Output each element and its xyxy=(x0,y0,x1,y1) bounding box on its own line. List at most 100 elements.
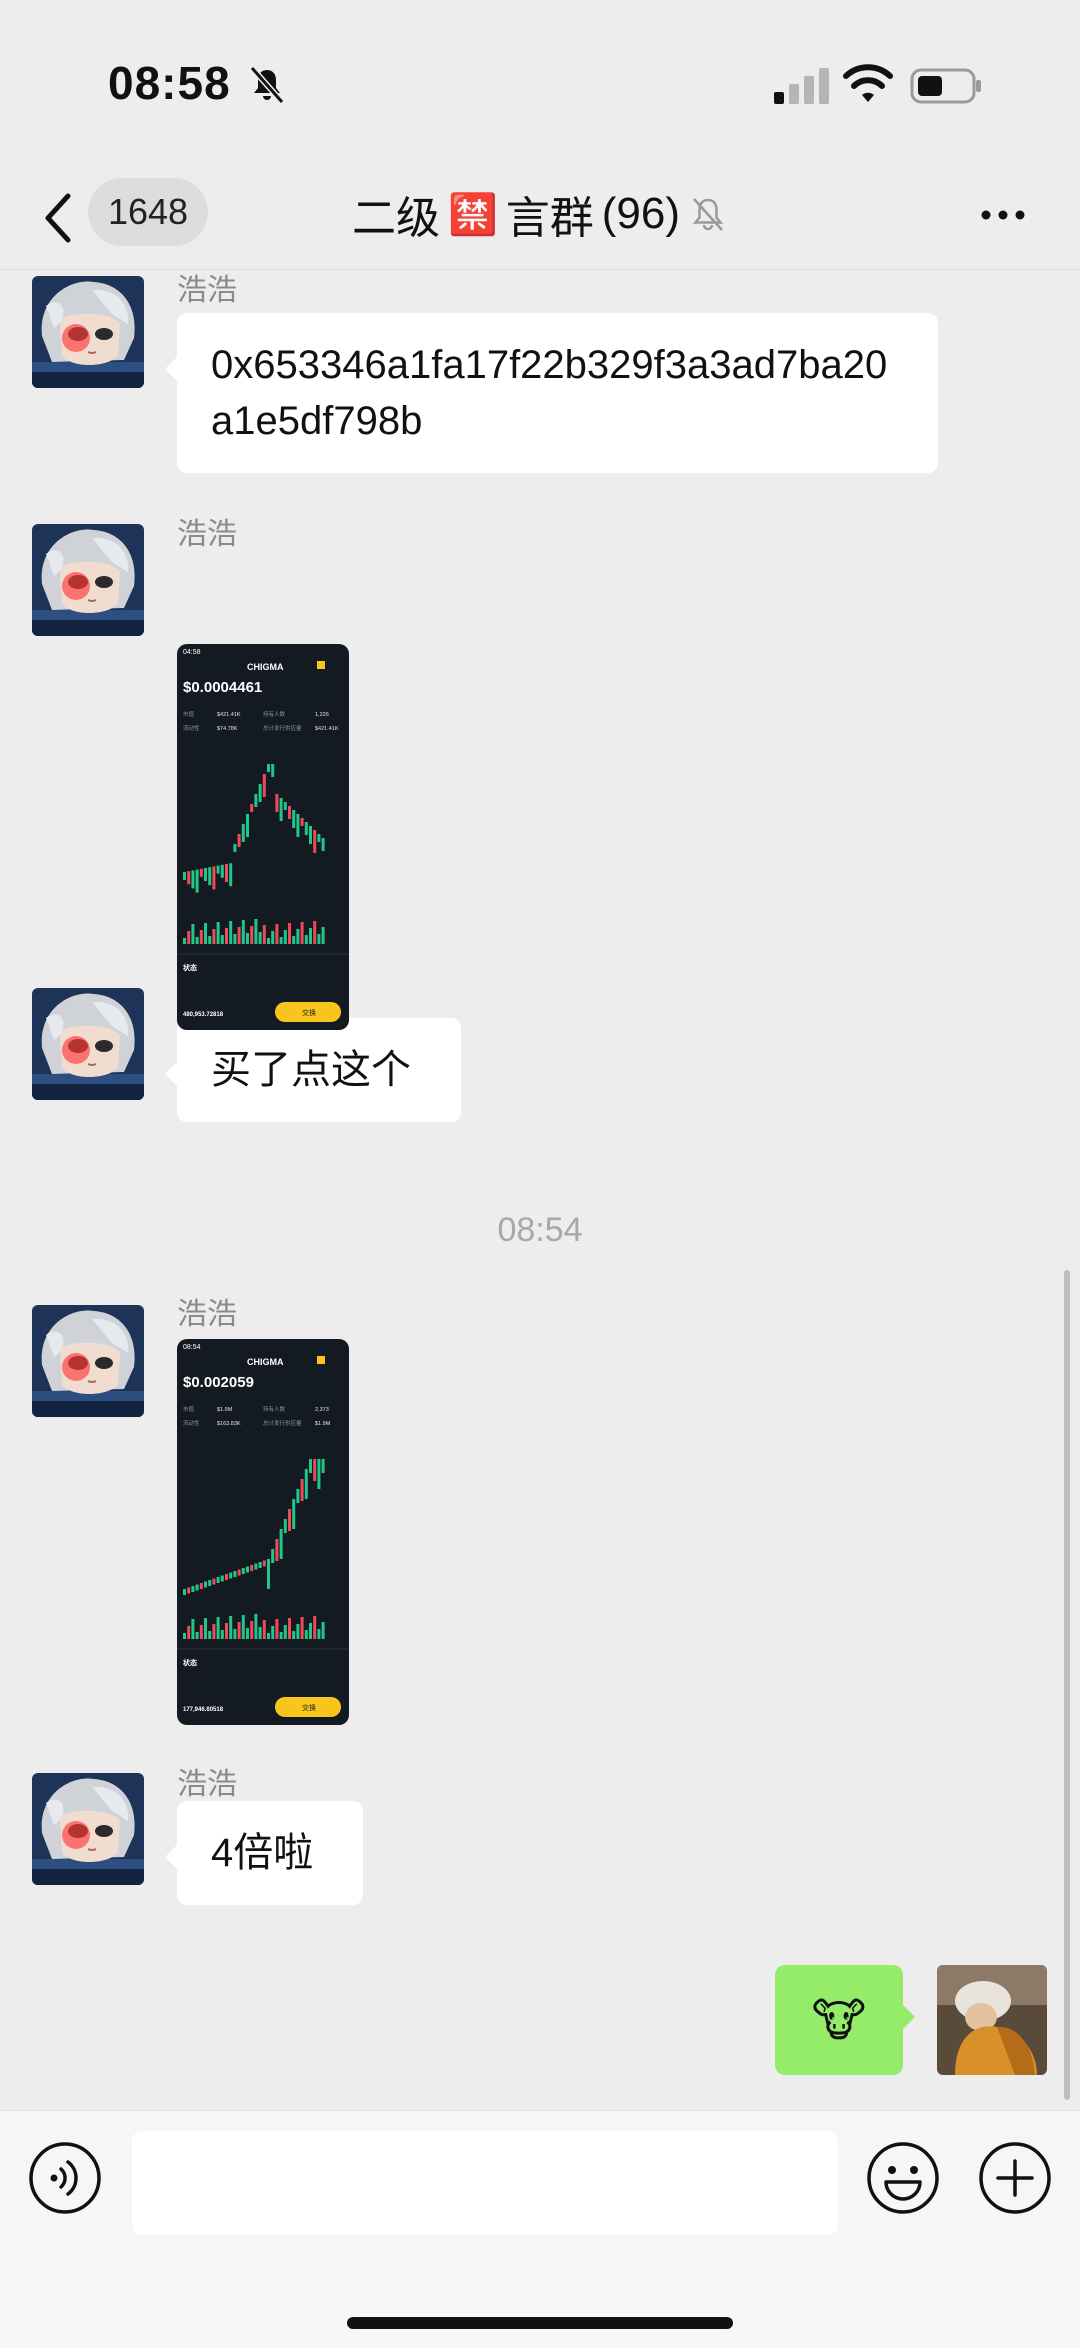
text-bubble[interactable]: 4倍啦 xyxy=(165,1801,363,1905)
candle xyxy=(254,1563,258,1570)
candle xyxy=(204,1581,207,1588)
volume-bar xyxy=(292,1631,296,1639)
avatar[interactable] xyxy=(32,988,144,1100)
title-prefix: 二级 xyxy=(351,194,440,243)
section-title: 状态 xyxy=(183,963,197,972)
avatar[interactable] xyxy=(32,1305,144,1417)
avatar[interactable] xyxy=(32,1773,144,1885)
stat-label: 持有人数 xyxy=(263,1405,286,1413)
scrollbar[interactable] xyxy=(1064,1270,1070,2100)
candle xyxy=(271,764,275,777)
screenshot-price: $0.002059 xyxy=(183,1374,254,1391)
volume-bar xyxy=(237,1622,241,1639)
candle xyxy=(262,774,266,797)
candle xyxy=(191,1586,195,1592)
candle xyxy=(267,1559,270,1589)
title-emoji: 🈲 xyxy=(447,192,498,237)
stat-label: 持有人数 xyxy=(263,710,286,718)
candle xyxy=(288,806,291,819)
home-indicator xyxy=(347,2317,733,2329)
my-avatar[interactable] xyxy=(937,1965,1047,2075)
candle xyxy=(216,865,220,874)
volume-bar xyxy=(304,1630,308,1639)
input-bar xyxy=(0,2110,1080,2348)
stat-value: $1.9M xyxy=(315,1421,331,1427)
image-message[interactable]: 04:58 CHIGMA $0.0004461 市值 $421.41K 持有人数 1,226… xyxy=(177,644,349,1030)
candle xyxy=(279,1529,283,1559)
volume-bar xyxy=(183,1633,186,1639)
candle xyxy=(187,871,191,885)
stat-value: $421.41K xyxy=(217,712,241,718)
text-bubble[interactable]: 0x653346a1fa17f22b329f3a3ad7ba20a1e5df79… xyxy=(165,313,938,473)
candle xyxy=(208,867,212,886)
sender-name: 浩浩 xyxy=(177,1768,237,1801)
candle xyxy=(191,870,195,889)
app-screenshot: 04:58 CHIGMA $0.0004461 市值 $421.41K 持有人数 1,226… xyxy=(177,649,349,1022)
volume-bar xyxy=(283,930,287,944)
candle xyxy=(229,863,233,887)
voice-icon[interactable] xyxy=(28,2141,102,2215)
candle xyxy=(275,1539,279,1561)
volume-bar xyxy=(313,1616,317,1639)
candle xyxy=(288,1509,291,1531)
candle xyxy=(204,868,207,881)
volume-bar xyxy=(262,1620,266,1639)
message-item: 浩浩 买了点这个 xyxy=(0,974,1080,1124)
volume-bar xyxy=(309,1623,312,1639)
candle xyxy=(237,834,241,847)
volume-bar xyxy=(241,1615,245,1639)
volume-bar xyxy=(212,1624,216,1639)
volume-bar xyxy=(267,1633,270,1639)
volume-bar xyxy=(296,1624,300,1639)
image-message[interactable]: 08:54 CHIGMA $0.002059 市值 $1.9M 持有人数 2,373 流动性 $… xyxy=(177,1339,349,1725)
volume-bar xyxy=(262,925,266,944)
app-screenshot: 08:54 CHIGMA $0.002059 市值 $1.9M 持有人数 2,373 流动性 $… xyxy=(177,1344,349,1717)
message-item: 浩浩 4倍啦 xyxy=(0,1759,1080,1909)
stat-value: $74.78K xyxy=(217,726,238,732)
volume-bar xyxy=(250,1621,254,1639)
candle xyxy=(258,1562,262,1568)
message-input[interactable] xyxy=(132,2131,838,2235)
volume-value: 480,953.72818 xyxy=(183,1012,224,1018)
volume-bar xyxy=(246,933,249,944)
candle xyxy=(195,869,199,893)
candle xyxy=(183,1589,186,1595)
star-icon xyxy=(317,661,325,669)
candle xyxy=(275,794,279,812)
volume-bar xyxy=(250,926,254,944)
candle xyxy=(220,864,224,878)
message-item-outgoing: 🐮 xyxy=(0,1961,1080,2081)
candle xyxy=(225,1574,228,1580)
candle xyxy=(262,1560,266,1567)
volume-bar xyxy=(271,931,275,944)
candle xyxy=(216,1577,220,1583)
text-bubble[interactable]: 买了点这个 xyxy=(165,1018,461,1122)
volume-bar xyxy=(258,1627,262,1639)
candle xyxy=(199,868,203,877)
message-item: 浩浩 xyxy=(0,1289,1080,1709)
emoji-bubble[interactable]: 🐮 xyxy=(775,1965,915,2075)
more-icon[interactable] xyxy=(978,200,1028,230)
plus-icon[interactable] xyxy=(978,2141,1052,2215)
avatar[interactable] xyxy=(32,276,144,388)
volume-bar xyxy=(212,929,216,944)
candle xyxy=(246,814,249,837)
volume-bar xyxy=(292,936,296,944)
candle xyxy=(309,1459,312,1473)
sender-name: 浩浩 xyxy=(177,274,237,307)
stat-value: $163.83K xyxy=(217,1421,241,1427)
screenshot-time: 04:58 xyxy=(183,649,201,656)
candle xyxy=(237,1569,241,1576)
swap-button-label: 交换 xyxy=(302,1008,316,1017)
candle xyxy=(233,844,237,852)
volume-bar xyxy=(317,934,321,944)
volume-bar xyxy=(208,936,212,944)
screenshot-price: $0.0004461 xyxy=(183,679,262,696)
avatar[interactable] xyxy=(32,524,144,636)
chat-area[interactable]: 浩浩 0x653346a1fa17f22b329f3a3ad7ba20a1e5d… xyxy=(0,271,1080,2109)
volume-bar xyxy=(225,1623,228,1639)
emoji-icon[interactable] xyxy=(866,2141,940,2215)
volume-bar xyxy=(216,1617,220,1639)
volume-bar xyxy=(204,1618,207,1639)
stat-value: 2,373 xyxy=(315,1407,329,1413)
